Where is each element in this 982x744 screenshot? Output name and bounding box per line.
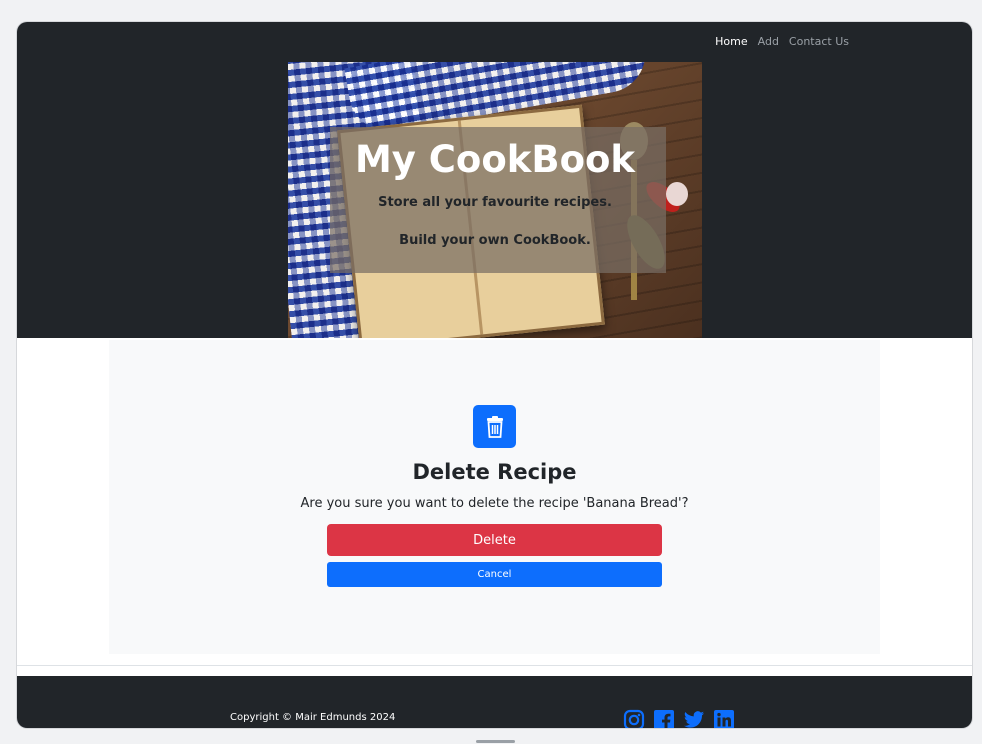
scroll-handle[interactable] xyxy=(476,740,515,743)
copyright-text: Copyright © Mair Edmunds 2024 xyxy=(230,712,396,723)
browser-window: Home Add Contact Us My CookBook Store al… xyxy=(17,22,972,728)
linkedin-icon[interactable] xyxy=(713,709,735,728)
delete-message: Are you sure you want to delete the reci… xyxy=(300,496,689,511)
header: Home Add Contact Us My CookBook Store al… xyxy=(17,22,972,338)
delete-panel: Delete Recipe Are you sure you want to d… xyxy=(109,340,880,654)
trash-icon xyxy=(473,405,516,448)
hero-subtitle-1: Store all your favourite recipes. xyxy=(378,195,612,210)
divider xyxy=(17,665,972,666)
delete-title: Delete Recipe xyxy=(412,460,577,484)
facebook-icon[interactable] xyxy=(653,709,675,728)
social-links xyxy=(623,709,735,728)
instagram-icon[interactable] xyxy=(623,709,645,728)
delete-button[interactable]: Delete xyxy=(327,524,662,556)
cancel-button[interactable]: Cancel xyxy=(327,562,662,587)
footer: Copyright © Mair Edmunds 2024 xyxy=(17,676,972,728)
hero-banner: My CookBook Store all your favourite rec… xyxy=(288,62,702,338)
navbar: Home Add Contact Us xyxy=(715,35,849,48)
hero-subtitle-2: Build your own CookBook. xyxy=(399,233,591,248)
twitter-icon[interactable] xyxy=(683,709,705,728)
nav-add-link[interactable]: Add xyxy=(758,35,779,48)
nav-contact-link[interactable]: Contact Us xyxy=(789,35,849,48)
nav-home-link[interactable]: Home xyxy=(715,35,747,48)
hero-title: My CookBook xyxy=(354,138,636,181)
